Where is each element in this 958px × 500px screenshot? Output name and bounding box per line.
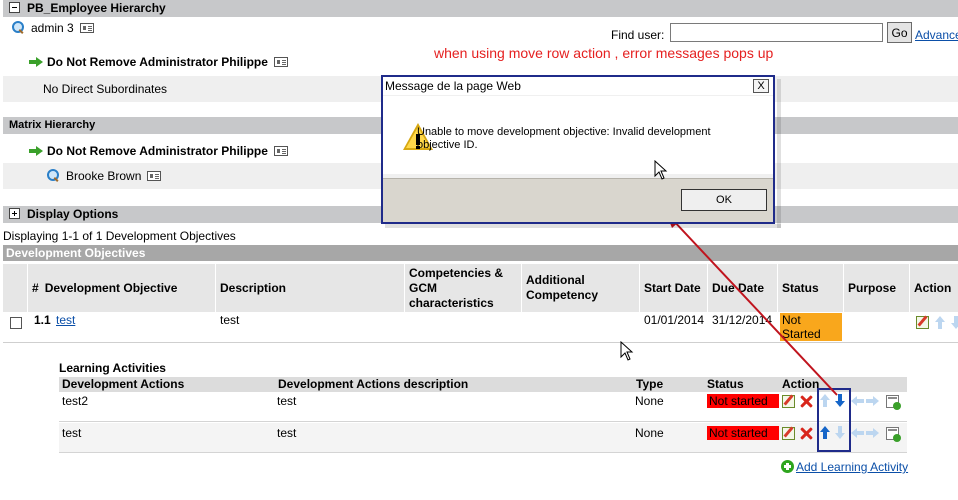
- annotation-arrow-line: [670, 217, 838, 396]
- dialog-shadow-bottom: [385, 224, 781, 228]
- cursor-icon: [620, 341, 634, 361]
- dialog-message: Unable to move development objective: In…: [417, 126, 711, 151]
- dialog-ok-button[interactable]: OK: [681, 189, 767, 211]
- dialog-title: Message de la page Web: [385, 79, 521, 93]
- dialog-close-button[interactable]: X: [753, 79, 769, 93]
- dialog-title-bar[interactable]: Message de la page Web X: [383, 77, 773, 95]
- dialog-shadow-right: [777, 79, 781, 228]
- cursor-icon: [654, 160, 668, 180]
- message-dialog: Message de la page Web X Unable to move …: [381, 75, 775, 224]
- dialog-footer: OK: [383, 178, 773, 222]
